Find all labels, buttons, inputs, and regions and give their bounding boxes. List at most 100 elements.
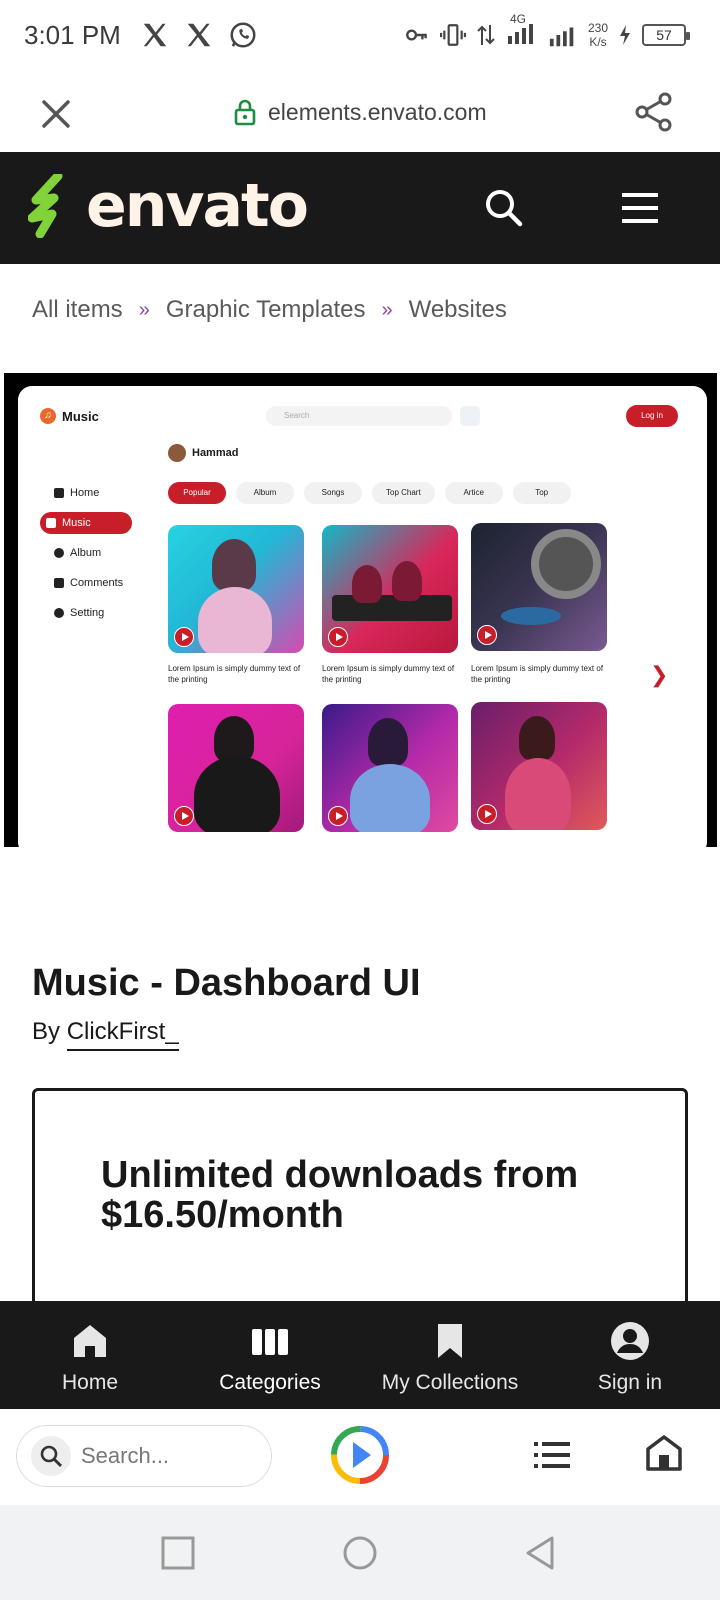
network-type: 4G: [509, 12, 526, 26]
mock-sidebar-comments: Comments: [40, 568, 140, 598]
byline-label: By: [32, 1018, 61, 1045]
nav-home[interactable]: Home: [0, 1301, 180, 1409]
mock-card-image: [471, 702, 607, 830]
mock-sidebar: Home Music Album Comments Setting: [40, 478, 140, 628]
mock-sidebar-album: Album: [40, 538, 140, 568]
breadcrumb-websites[interactable]: Websites: [409, 296, 507, 324]
mock-tab: Top: [512, 482, 571, 504]
home-icon[interactable]: [644, 1433, 684, 1473]
breadcrumb-graphic-templates[interactable]: Graphic Templates: [166, 296, 366, 324]
recents-icon[interactable]: [160, 1535, 196, 1571]
mock-card-image: [168, 525, 304, 653]
menu-icon[interactable]: [620, 188, 660, 228]
categories-icon: [252, 1329, 288, 1355]
browser-search-input[interactable]: Search...: [16, 1425, 272, 1487]
chevron-right-icon: ❯: [650, 662, 669, 687]
mock-tab: Songs: [304, 482, 362, 504]
share-icon[interactable]: [632, 90, 676, 134]
author-link[interactable]: ClickFirst_: [66, 1018, 179, 1051]
search-placeholder: Search...: [81, 1443, 170, 1468]
nav-label: Categories: [219, 1371, 321, 1394]
mock-tab: Popular: [168, 482, 226, 504]
play-icon: [174, 806, 194, 826]
mock-sidebar-label: Comments: [70, 577, 124, 589]
envato-leaf-icon: [28, 174, 63, 238]
play-icon: [477, 625, 497, 645]
item-byline: By ClickFirst_: [32, 1018, 179, 1051]
nav-categories[interactable]: Categories: [180, 1301, 360, 1409]
lock-icon: [234, 99, 256, 126]
back-icon[interactable]: [522, 1535, 558, 1571]
avatar: [168, 444, 186, 462]
site-header: envato: [0, 152, 720, 264]
mock-card-caption: Lorem Ipsum is simply dummy text of the …: [322, 664, 455, 684]
mock-card-caption: Lorem Ipsum is simply dummy text of the …: [168, 664, 301, 684]
pricing-promo-box: Unlimited downloads from $16.50/month: [32, 1088, 688, 1318]
home-circle-icon[interactable]: [342, 1535, 378, 1571]
list-icon[interactable]: [532, 1437, 572, 1473]
breadcrumb-separator: »: [381, 298, 393, 321]
nav-my-collections[interactable]: My Collections: [360, 1301, 540, 1409]
mock-tab: Album: [236, 482, 294, 504]
preview-mockup: ♫ Music Search Log in Hammad Home Music …: [18, 386, 707, 847]
envato-logo[interactable]: envato: [28, 171, 309, 241]
promo-text: Unlimited downloads from $16.50/month: [101, 1154, 579, 1236]
nav-label: Sign in: [597, 1371, 663, 1394]
vibrate-icon: [439, 23, 466, 46]
music-note-icon: ♫: [40, 408, 56, 424]
browser-bottom-bar: Search...: [0, 1409, 720, 1505]
charging-icon: [620, 24, 630, 45]
search-icon[interactable]: [482, 186, 526, 230]
mock-sidebar-label: Music: [62, 517, 91, 529]
mock-sidebar-label: Home: [70, 487, 100, 499]
search-icon: [31, 1436, 71, 1476]
notification-icons: [140, 20, 258, 50]
x-app-icon: [143, 23, 167, 47]
play-icon: [328, 806, 348, 826]
logo-text: envato: [86, 171, 309, 241]
mock-sidebar-home: Home: [40, 478, 140, 508]
play-icon: [328, 627, 348, 647]
play-icon: [477, 804, 497, 824]
url-display[interactable]: elements.envato.com: [234, 98, 487, 126]
play-browser-logo-icon[interactable]: [330, 1425, 390, 1485]
mock-sidebar-music: Music: [40, 512, 132, 534]
speed-value: 230: [587, 20, 608, 35]
breadcrumb: All items » Graphic Templates » Websites: [32, 296, 507, 324]
music-icon: [46, 518, 56, 528]
comments-icon: [54, 578, 64, 588]
mock-user: Hammad: [168, 444, 238, 462]
network-speed: 230 K/s: [588, 21, 608, 49]
breadcrumb-separator: »: [138, 298, 150, 321]
speed-unit: K/s: [589, 34, 607, 49]
close-icon[interactable]: [36, 94, 76, 134]
mock-tabs: Popular Album Songs Top Chart Artice Top: [168, 482, 571, 504]
mock-card-image: [471, 523, 607, 651]
mock-card-image: [168, 704, 304, 832]
mock-user-name: Hammad: [192, 447, 239, 459]
signal-icon: [549, 27, 574, 46]
home-icon: [74, 1325, 106, 1357]
nav-sign-in[interactable]: Sign in: [540, 1301, 720, 1409]
browser-url-bar: elements.envato.com: [0, 74, 720, 152]
vpn-key-icon: [406, 28, 427, 41]
play-icon: [174, 627, 194, 647]
account-icon: [611, 1322, 649, 1360]
x-app-icon: [187, 23, 211, 47]
system-nav-bar: [0, 1505, 720, 1600]
breadcrumb-all-items[interactable]: All items: [32, 296, 123, 324]
item-preview-image[interactable]: ♫ Music Search Log in Hammad Home Music …: [4, 373, 717, 847]
mock-sidebar-label: Album: [70, 547, 102, 559]
mock-sidebar-label: Setting: [70, 607, 105, 619]
mock-card-image: [322, 704, 458, 832]
mock-login-button: Log in: [626, 405, 678, 427]
status-bar: 3:01 PM 4G 230 K/s 57: [0, 0, 720, 74]
album-icon: [54, 548, 64, 558]
mock-tab: Top Chart: [372, 482, 435, 504]
battery-indicator: 57: [642, 23, 690, 46]
mock-card-image: [322, 525, 458, 653]
nav-label: My Collections: [381, 1371, 519, 1394]
whatsapp-icon: [230, 22, 256, 48]
nav-label: Home: [61, 1371, 119, 1394]
home-icon: [54, 488, 64, 498]
